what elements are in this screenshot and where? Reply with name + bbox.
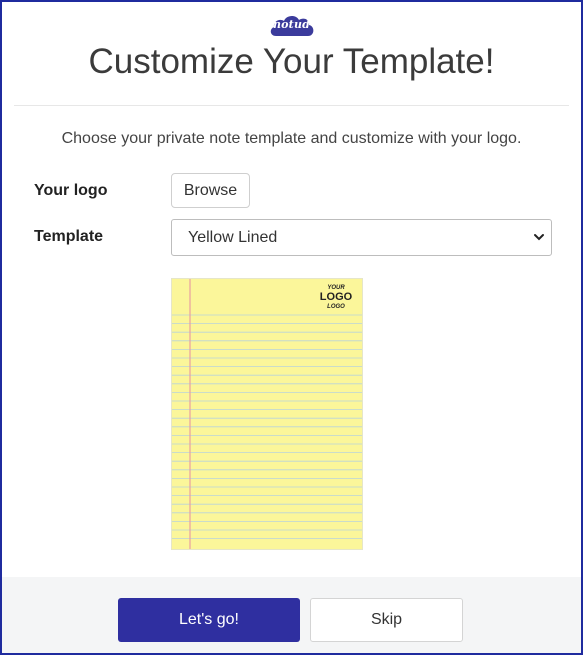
template-preview: YOUR LOGO LOGO (171, 278, 363, 550)
lets-go-button[interactable]: Let's go! (118, 598, 300, 642)
preview-logo-placeholder: YOUR LOGO LOGO (316, 285, 356, 310)
template-select-value: Yellow Lined (188, 228, 278, 246)
skip-button[interactable]: Skip (310, 598, 463, 642)
your-logo-label: Your logo (34, 182, 108, 199)
cloud-logo-icon: notud (268, 14, 316, 38)
template-select[interactable]: Yellow Lined (171, 219, 552, 256)
dialog-frame: notud Customize Your Template! Choose yo… (0, 0, 583, 655)
brand-logo: notud (2, 14, 581, 40)
subtitle: Choose your private note template and cu… (61, 130, 522, 147)
page-title: Customize Your Template! (88, 42, 495, 81)
preview-logo-main: LOGO (319, 291, 353, 303)
chevron-down-icon (534, 234, 544, 241)
logo-text: notud (272, 18, 311, 31)
browse-button[interactable]: Browse (171, 173, 250, 208)
template-label: Template (34, 228, 104, 245)
preview-logo-bottom: LOGO (327, 304, 345, 310)
header-divider (14, 105, 569, 106)
ruled-lines (172, 279, 362, 549)
